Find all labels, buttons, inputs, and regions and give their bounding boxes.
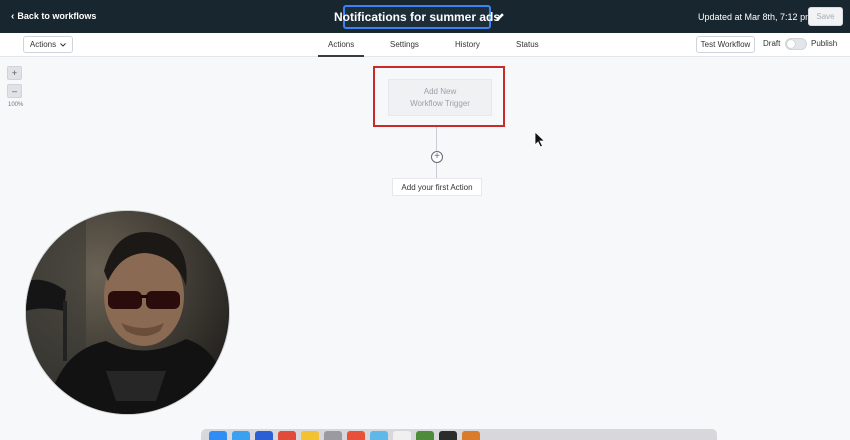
workflow-title-input[interactable]: Notifications for summer ads: [334, 5, 500, 29]
save-button[interactable]: Save: [808, 7, 843, 26]
publish-label: Publish: [811, 39, 838, 48]
dock-app-icon[interactable]: [370, 431, 388, 440]
chevron-down-icon: [60, 42, 66, 47]
macos-dock: [201, 429, 717, 440]
actions-dropdown-label: Actions: [29, 40, 57, 49]
dock-app-icon[interactable]: [393, 431, 411, 440]
toggle-knob: [787, 40, 795, 48]
chevron-left-icon: ‹: [11, 10, 15, 22]
dock-app-icon[interactable]: [209, 431, 227, 440]
zoom-in-button[interactable]: +: [7, 66, 22, 80]
dock-app-icon[interactable]: [278, 431, 296, 440]
connector-line: [436, 127, 437, 151]
dock-app-icon[interactable]: [324, 431, 342, 440]
test-workflow-button[interactable]: Test Workflow: [696, 36, 755, 53]
connector-line: [436, 163, 437, 178]
dock-app-icon[interactable]: [347, 431, 365, 440]
dock-app-icon[interactable]: [416, 431, 434, 440]
tab-actions[interactable]: Actions: [328, 40, 354, 49]
top-bar: ‹ Back to workflows Notifications for su…: [0, 0, 850, 33]
dock-app-icon[interactable]: [255, 431, 273, 440]
trigger-line-2: Workflow Trigger: [410, 98, 470, 108]
tab-status[interactable]: Status: [516, 40, 539, 49]
trigger-line-1: Add New: [423, 86, 457, 96]
presenter-video-image: [26, 211, 229, 414]
add-first-action-button[interactable]: Add your first Action: [392, 178, 482, 196]
mouse-pointer-icon: [534, 131, 546, 148]
dock-app-icon[interactable]: [301, 431, 319, 440]
draft-label: Draft: [763, 39, 781, 48]
back-to-workflows-link[interactable]: ‹ Back to workflows: [11, 11, 96, 21]
webcam-overlay: [25, 210, 230, 415]
plus-circle-icon[interactable]: +: [431, 151, 443, 163]
pencil-icon[interactable]: [494, 11, 506, 23]
tab-history[interactable]: History: [455, 40, 480, 49]
zoom-level: 100%: [8, 102, 24, 108]
tab-settings[interactable]: Settings: [390, 40, 419, 49]
dock-app-icon[interactable]: [232, 431, 250, 440]
zoom-out-button[interactable]: –: [7, 84, 22, 98]
back-link-label: Back to workflows: [17, 11, 97, 21]
active-tab-indicator: [318, 55, 364, 57]
actions-dropdown[interactable]: Actions: [23, 36, 73, 53]
dock-app-icon[interactable]: [439, 431, 457, 440]
publish-toggle[interactable]: [785, 38, 807, 50]
updated-timestamp: Updated at Mar 8th, 7:12 pm: [698, 12, 813, 22]
dock-app-icon[interactable]: [462, 431, 480, 440]
sub-toolbar: Actions Actions Settings History Status …: [0, 33, 850, 57]
add-workflow-trigger-card[interactable]: Add New Workflow Trigger: [388, 79, 492, 116]
